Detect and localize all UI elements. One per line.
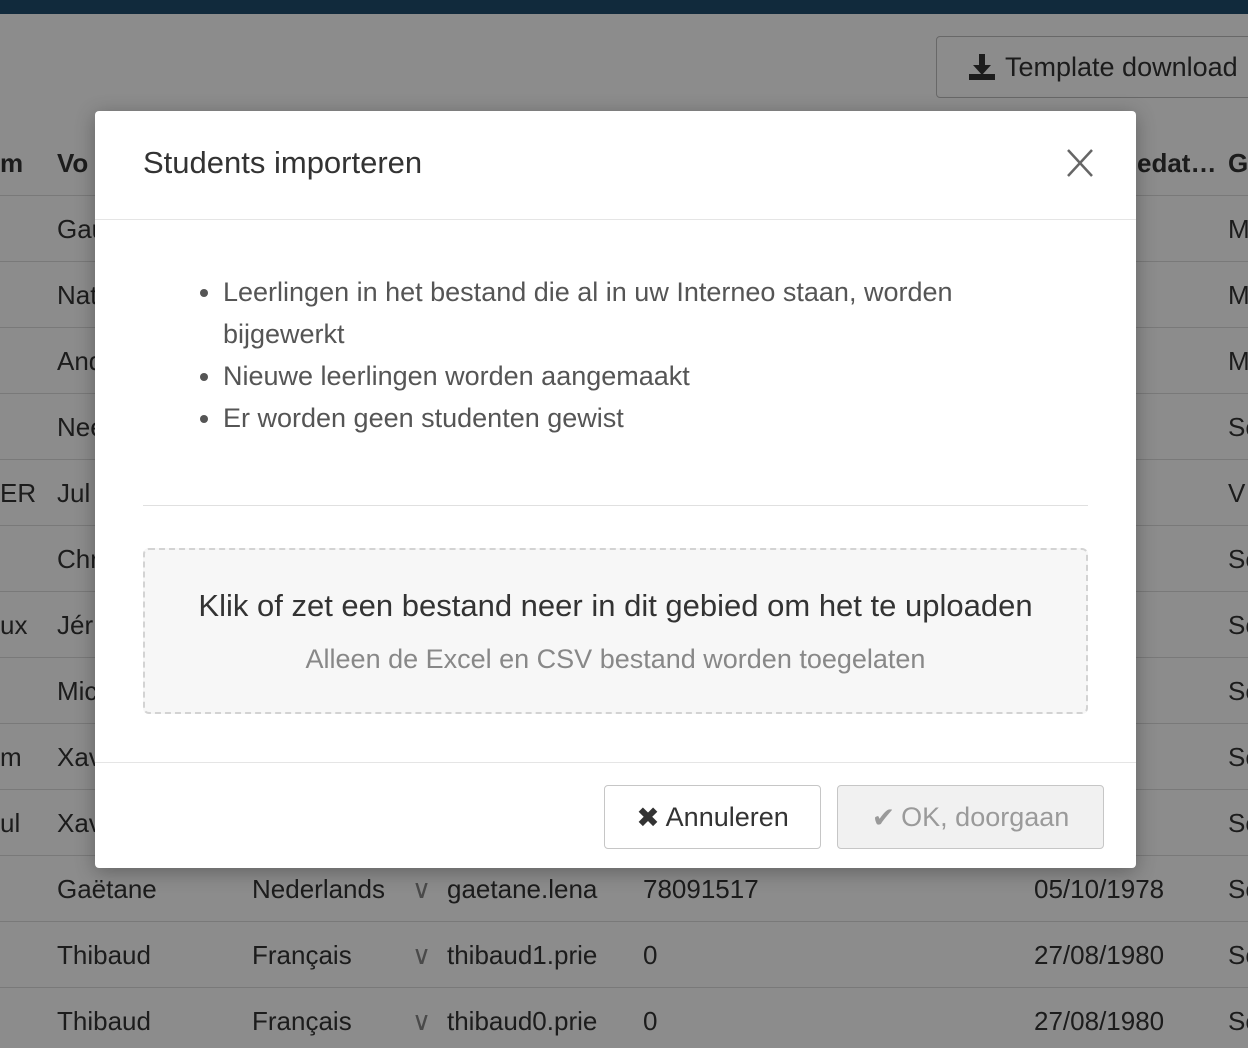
import-info-list: Leerlingen in het bestand die al in uw I…: [223, 271, 1043, 439]
cancel-label: Annuleren: [665, 801, 789, 832]
ok-label: OK, doorgaan: [901, 801, 1070, 832]
list-item: Leerlingen in het bestand die al in uw I…: [223, 271, 1043, 355]
close-icon[interactable]: [1065, 147, 1095, 183]
ok-continue-button[interactable]: ✔ OK, doorgaan: [837, 785, 1104, 849]
modal-title: Students importeren: [143, 145, 423, 180]
list-item: Er worden geen studenten gewist: [223, 397, 1043, 439]
import-students-modal: Students importeren Leerlingen in het be…: [95, 111, 1136, 868]
modal-header: Students importeren: [95, 111, 1136, 220]
file-upload-dropzone[interactable]: Klik of zet een bestand neer in dit gebi…: [143, 548, 1088, 714]
cross-icon: ✖: [636, 801, 660, 833]
modal-footer: ✖ Annuleren ✔ OK, doorgaan: [95, 762, 1136, 868]
cancel-button[interactable]: ✖ Annuleren: [604, 785, 821, 849]
dropzone-hint-text: Alleen de Excel en CSV bestand worden to…: [305, 644, 926, 674]
dropzone-main-text: Klik of zet een bestand neer in dit gebi…: [198, 588, 1033, 623]
list-item: Nieuwe leerlingen worden aangemaakt: [223, 355, 1043, 397]
check-icon: ✔: [871, 801, 896, 833]
divider: [143, 505, 1088, 506]
